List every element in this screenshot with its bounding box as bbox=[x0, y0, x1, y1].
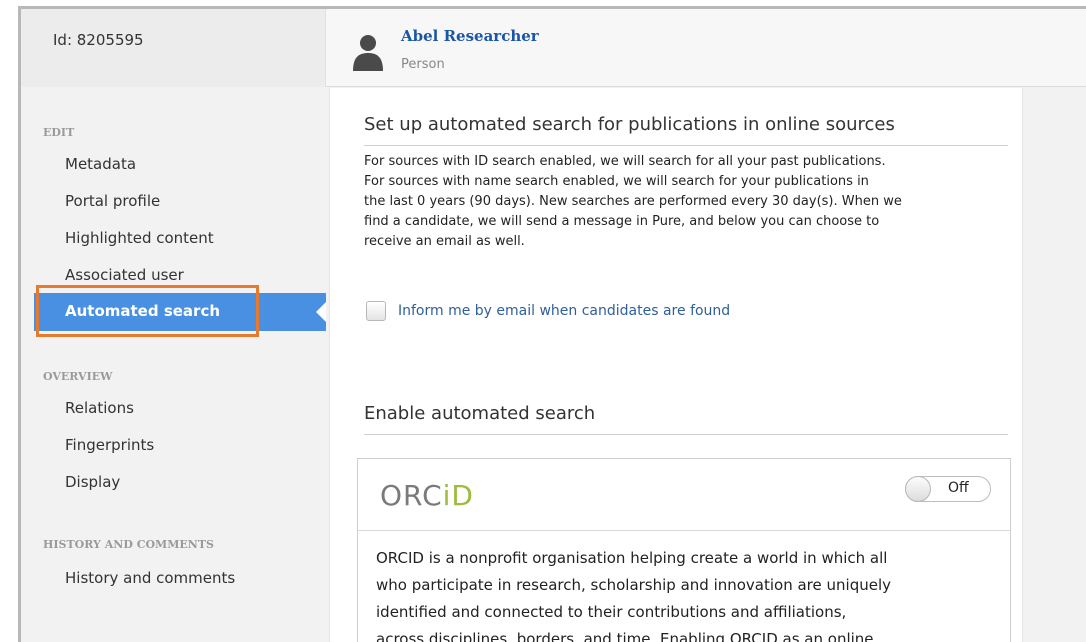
setup-description-line: find a candidate, we will send a message… bbox=[364, 214, 880, 229]
email-notification-checkbox[interactable] bbox=[366, 301, 386, 321]
app-window: Id: 8205595 Abel Researcher Person EDIT … bbox=[18, 6, 1086, 642]
orcid-enable-toggle[interactable]: Off bbox=[905, 476, 991, 502]
enable-section-title: Enable automated search bbox=[364, 403, 596, 424]
sidebar-item-history-and-comments[interactable]: History and comments bbox=[65, 569, 235, 587]
sidebar-item-relations[interactable]: Relations bbox=[65, 399, 134, 417]
email-notification-label[interactable]: Inform me by email when candidates are f… bbox=[398, 303, 730, 319]
id-box: Id: 8205595 bbox=[21, 9, 326, 87]
toggle-label: Off bbox=[948, 480, 969, 496]
orcid-description-line: ORCID is a nonprofit organisation helpin… bbox=[376, 549, 888, 567]
id-label: Id: 8205595 bbox=[53, 31, 144, 49]
main-content: Set up automated search for publications… bbox=[329, 88, 1023, 642]
sidebar-item-highlighted-content[interactable]: Highlighted content bbox=[65, 229, 214, 247]
toggle-knob bbox=[905, 476, 931, 502]
orcid-logo-prefix: ORC bbox=[380, 479, 443, 512]
orcid-logo: ORCiD bbox=[380, 479, 474, 512]
header: Id: 8205595 Abel Researcher Person bbox=[21, 9, 1086, 87]
divider bbox=[364, 434, 1008, 435]
sidebar-section-overview: OVERVIEW bbox=[43, 370, 113, 383]
person-type: Person bbox=[401, 57, 445, 72]
orcid-description-line: who participate in research, scholarship… bbox=[376, 576, 892, 594]
orcid-description-line: identified and connected to their contri… bbox=[376, 603, 847, 621]
orcid-logo-suffix: iD bbox=[442, 479, 474, 512]
sidebar-section-edit: EDIT bbox=[43, 126, 75, 139]
setup-description-line: For sources with ID search enabled, we w… bbox=[364, 154, 886, 169]
sidebar-section-history: HISTORY AND COMMENTS bbox=[43, 538, 214, 551]
sidebar-item-metadata[interactable]: Metadata bbox=[65, 155, 136, 173]
person-silhouette-icon bbox=[353, 35, 383, 71]
setup-description-line: For sources with name search enabled, we… bbox=[364, 174, 869, 189]
sidebar-item-display[interactable]: Display bbox=[65, 473, 120, 491]
person-name-link[interactable]: Abel Researcher bbox=[401, 27, 539, 45]
sidebar-item-label: Automated search bbox=[65, 302, 221, 320]
setup-description-line: the last 0 years (90 days). New searches… bbox=[364, 194, 902, 209]
right-gutter bbox=[1023, 88, 1086, 642]
orcid-source-card: ORCiD Off ORCID is a nonprofit organisat… bbox=[357, 458, 1011, 642]
sidebar-item-portal-profile[interactable]: Portal profile bbox=[65, 192, 160, 210]
orcid-description: ORCID is a nonprofit organisation helpin… bbox=[376, 545, 1006, 642]
orcid-description-line: across disciplines, borders, and time. E… bbox=[376, 630, 874, 642]
sidebar-item-automated-search[interactable]: Automated search bbox=[34, 293, 326, 331]
sidebar-item-fingerprints[interactable]: Fingerprints bbox=[65, 436, 154, 454]
divider bbox=[364, 145, 1008, 146]
active-indicator-arrow bbox=[316, 302, 326, 322]
sidebar: EDIT Metadata Portal profile Highlighted… bbox=[21, 88, 326, 642]
orcid-card-header: ORCiD Off bbox=[358, 459, 1010, 531]
setup-description-line: receive an email as well. bbox=[364, 234, 525, 249]
setup-section-title: Set up automated search for publications… bbox=[364, 114, 895, 135]
sidebar-item-associated-user[interactable]: Associated user bbox=[65, 266, 184, 284]
setup-description: For sources with ID search enabled, we w… bbox=[364, 152, 1014, 252]
